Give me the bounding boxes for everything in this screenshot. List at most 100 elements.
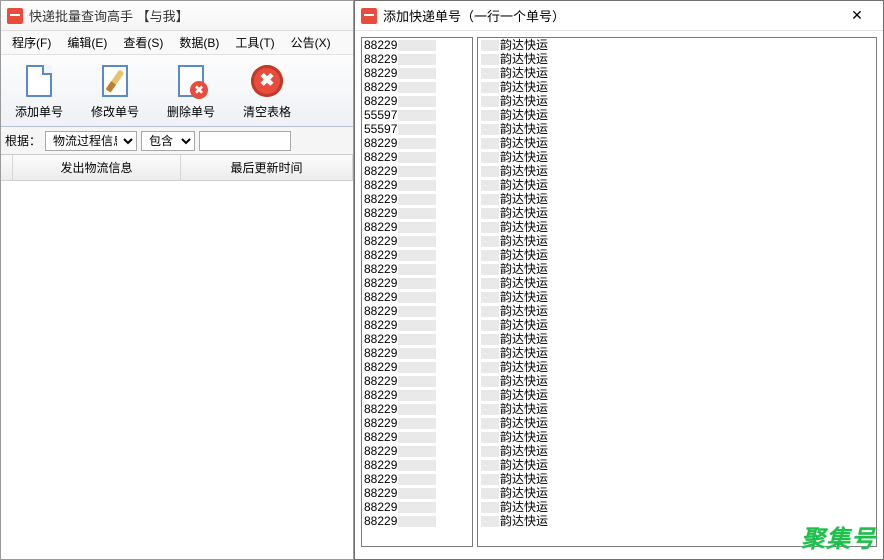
list-item[interactable]: 88229 [362,458,472,472]
list-item[interactable]: 韵达快运 [478,38,876,52]
list-item[interactable]: 韵达快运 [478,416,876,430]
filter-value-input[interactable] [199,131,291,151]
list-item[interactable]: 韵达快运 [478,234,876,248]
list-item[interactable]: 韵达快运 [478,94,876,108]
dialog-body: 8822988229882298822988229555975559788229… [361,37,877,547]
app-icon [7,8,23,24]
list-item[interactable]: 韵达快运 [478,136,876,150]
list-item[interactable]: 韵达快运 [478,66,876,80]
list-item[interactable]: 88229 [362,178,472,192]
filter-field-select[interactable]: 物流过程信息 [45,131,137,151]
list-item[interactable]: 88229 [362,164,472,178]
list-item[interactable]: 韵达快运 [478,402,876,416]
list-item[interactable]: 88229 [362,388,472,402]
list-item[interactable]: 韵达快运 [478,444,876,458]
clear-button[interactable]: ✖ 清空表格 [237,60,297,122]
list-item[interactable]: 88229 [362,94,472,108]
menu-tools[interactable]: 工具(T) [228,32,281,53]
doc-add-icon [22,62,56,100]
delete-button[interactable]: 删除单号 [161,60,221,122]
list-item[interactable]: 88229 [362,304,472,318]
close-button[interactable]: ✕ [837,5,877,27]
list-item[interactable]: 88229 [362,486,472,500]
list-item[interactable]: 88229 [362,290,472,304]
list-item[interactable]: 韵达快运 [478,248,876,262]
list-item[interactable]: 韵达快运 [478,206,876,220]
list-item[interactable]: 88229 [362,192,472,206]
menu-data[interactable]: 数据(B) [172,32,226,53]
list-item[interactable]: 韵达快运 [478,276,876,290]
list-item[interactable]: 88229 [362,234,472,248]
add-label: 添加单号 [15,103,63,120]
list-item[interactable]: 88229 [362,276,472,290]
list-item[interactable]: 韵达快运 [478,108,876,122]
list-item[interactable]: 韵达快运 [478,430,876,444]
list-item[interactable]: 韵达快运 [478,458,876,472]
list-item[interactable]: 88229 [362,430,472,444]
add-button[interactable]: 添加单号 [9,60,69,122]
list-item[interactable]: 韵达快运 [478,220,876,234]
list-item[interactable]: 88229 [362,136,472,150]
list-item[interactable]: 韵达快运 [478,178,876,192]
list-item[interactable]: 韵达快运 [478,164,876,178]
list-item[interactable]: 韵达快运 [478,318,876,332]
list-item[interactable]: 韵达快运 [478,500,876,514]
list-item[interactable]: 韵达快运 [478,262,876,276]
list-item[interactable]: 88229 [362,444,472,458]
list-item[interactable]: 88229 [362,346,472,360]
clear-label: 清空表格 [243,103,291,120]
list-item[interactable]: 韵达快运 [478,150,876,164]
list-item[interactable]: 韵达快运 [478,122,876,136]
list-item[interactable]: 88229 [362,66,472,80]
close-icon: ✕ [851,7,863,24]
filter-bar: 根据： 物流过程信息 包含 [1,127,353,155]
list-item[interactable]: 韵达快运 [478,52,876,66]
list-item[interactable]: 88229 [362,374,472,388]
list-item[interactable]: 韵达快运 [478,360,876,374]
list-item[interactable]: 55597 [362,108,472,122]
list-item[interactable]: 88229 [362,332,472,346]
list-item[interactable]: 韵达快运 [478,514,876,528]
edit-button[interactable]: 修改单号 [85,60,145,122]
list-item[interactable]: 韵达快运 [478,192,876,206]
list-item[interactable]: 韵达快运 [478,290,876,304]
list-item[interactable]: 韵达快运 [478,304,876,318]
list-item[interactable]: 88229 [362,262,472,276]
list-item[interactable]: 88229 [362,248,472,262]
list-item[interactable]: 88229 [362,416,472,430]
filter-op-select[interactable]: 包含 [141,131,195,151]
list-item[interactable]: 韵达快运 [478,374,876,388]
grid-col-logistics[interactable]: 发出物流信息 [13,155,181,180]
list-item[interactable]: 88229 [362,206,472,220]
list-item[interactable]: 88229 [362,318,472,332]
list-item[interactable]: 88229 [362,514,472,528]
toolbar: 添加单号 修改单号 删除单号 ✖ 清空表格 [1,55,353,127]
menu-view[interactable]: 查看(S) [116,32,170,53]
list-item[interactable]: 88229 [362,52,472,66]
list-item[interactable]: 韵达快运 [478,80,876,94]
tracking-number-list[interactable]: 8822988229882298822988229555975559788229… [361,37,473,547]
courier-name-list[interactable]: 韵达快运韵达快运韵达快运韵达快运韵达快运韵达快运韵达快运韵达快运韵达快运韵达快运… [477,37,877,547]
list-item[interactable]: 88229 [362,402,472,416]
main-window: 快递批量查询高手 【与我】 程序(F) 编辑(E) 查看(S) 数据(B) 工具… [0,0,354,560]
doc-edit-icon [98,62,132,100]
list-item[interactable]: 韵达快运 [478,332,876,346]
list-item[interactable]: 韵达快运 [478,388,876,402]
list-item[interactable]: 88229 [362,472,472,486]
list-item[interactable]: 88229 [362,38,472,52]
list-item[interactable]: 韵达快运 [478,472,876,486]
grid-corner [1,155,13,180]
list-item[interactable]: 韵达快运 [478,486,876,500]
menu-program[interactable]: 程序(F) [5,32,58,53]
menu-edit[interactable]: 编辑(E) [60,32,114,53]
menu-notice[interactable]: 公告(X) [284,32,338,53]
list-item[interactable]: 88229 [362,360,472,374]
list-item[interactable]: 88229 [362,500,472,514]
filter-label: 根据： [5,132,41,149]
list-item[interactable]: 韵达快运 [478,346,876,360]
list-item[interactable]: 88229 [362,220,472,234]
list-item[interactable]: 88229 [362,80,472,94]
list-item[interactable]: 55597 [362,122,472,136]
list-item[interactable]: 88229 [362,150,472,164]
grid-col-updated[interactable]: 最后更新时间 [181,155,353,180]
